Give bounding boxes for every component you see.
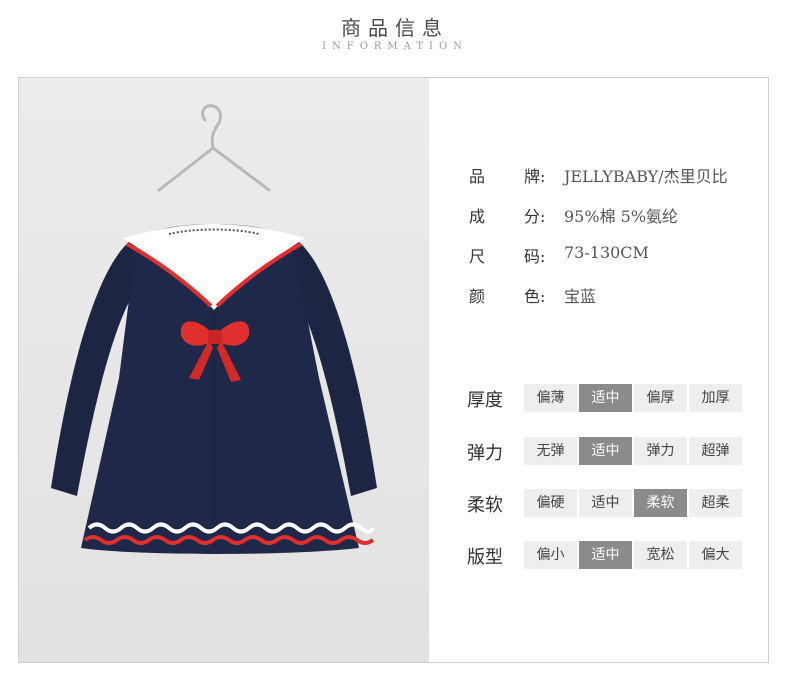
info-panel: 品 牌: JELLYBABY/杰里贝比 成 分: 95%棉 5%氨纶 尺 码: … <box>18 77 769 663</box>
attr-label: 版型 <box>467 547 503 568</box>
hanger-icon <box>157 104 271 192</box>
info-value: 95%棉 5%氨纶 <box>564 207 679 226</box>
attr-option: 加厚 <box>689 384 742 412</box>
info-value: JELLYBABY/杰里贝比 <box>564 167 728 186</box>
section-title: 商品信息 <box>341 16 449 40</box>
attr-option: 超弹 <box>689 437 742 465</box>
attr-option: 超柔 <box>689 489 742 517</box>
attr-option: 偏薄 <box>524 384 577 412</box>
attr-label: 弹力 <box>467 443 503 464</box>
info-key: 色: <box>524 287 546 306</box>
section-header: 商品信息 INFORMATION <box>0 0 790 70</box>
attr-option-selected: 适中 <box>579 437 632 465</box>
info-key: 牌: <box>524 167 546 186</box>
attr-option: 适中 <box>579 489 632 517</box>
dress-illustration <box>51 104 377 554</box>
attr-option: 偏大 <box>689 541 742 569</box>
product-photo <box>19 78 429 662</box>
attr-option: 无弹 <box>524 437 577 465</box>
info-key: 码: <box>524 247 546 266</box>
attr-option: 弹力 <box>634 437 687 465</box>
attr-option: 偏小 <box>524 541 577 569</box>
info-key: 品 <box>469 167 486 186</box>
section-subtitle: INFORMATION <box>322 41 468 52</box>
attr-option-selected: 适中 <box>579 541 632 569</box>
info-key: 颜 <box>469 287 486 306</box>
attr-option: 偏硬 <box>524 489 577 517</box>
attr-label: 柔软 <box>467 495 503 516</box>
info-key: 成 <box>469 207 486 226</box>
attr-option: 偏厚 <box>634 384 687 412</box>
attr-option-selected: 柔软 <box>634 489 687 517</box>
attr-label: 厚度 <box>467 390 503 411</box>
attr-option-selected: 适中 <box>579 384 632 412</box>
info-key: 尺 <box>469 247 486 266</box>
info-key: 分: <box>524 207 546 226</box>
info-value: 73-130CM <box>564 243 649 262</box>
info-value: 宝蓝 <box>564 287 597 306</box>
attr-option: 宽松 <box>634 541 687 569</box>
